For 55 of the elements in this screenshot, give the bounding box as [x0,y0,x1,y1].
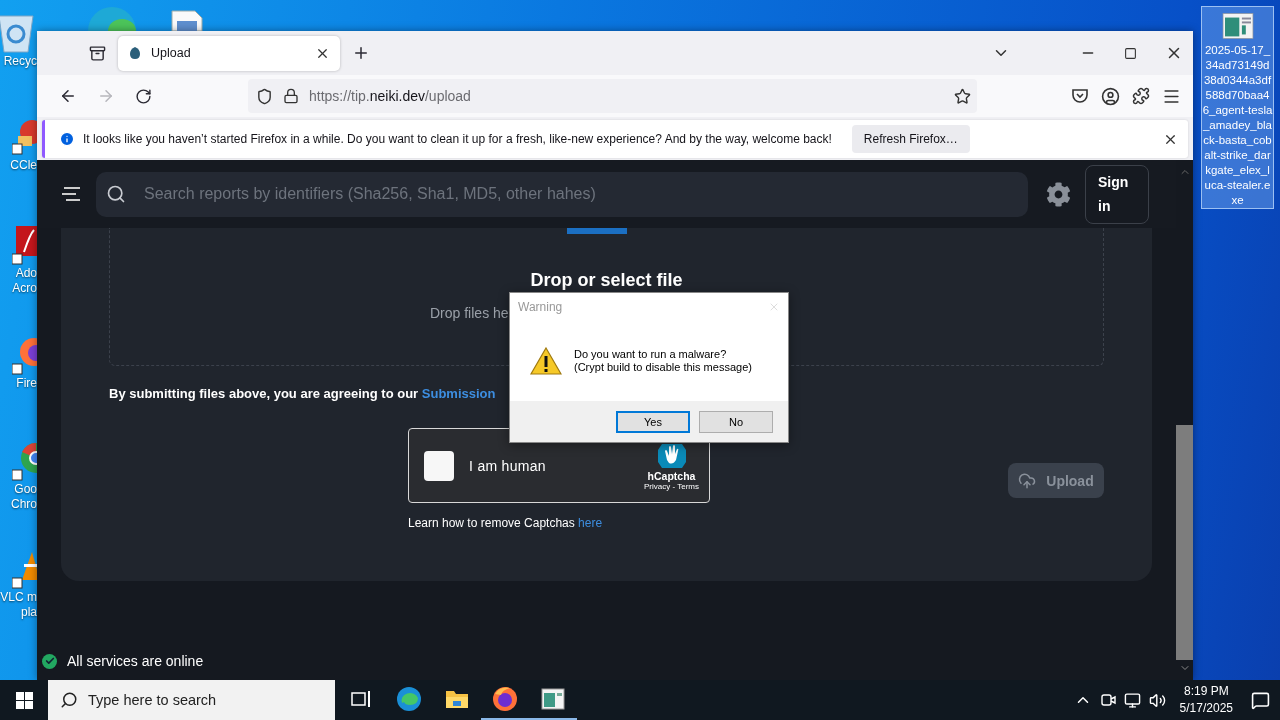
icon-label: VLC m pla [0,590,37,620]
settings-icon[interactable] [1046,181,1071,207]
drop-hint: Drop files he [430,305,509,321]
network-icon[interactable] [1123,691,1141,709]
desktop-file-icon[interactable]: 2025-05-17_34ad73149d38d0344a3df588d70baa46_agent-tesla_amadey_black-basta_cobalt-strike_darkgate_elex_luca-stealer.exe [1201,6,1274,209]
warning-icon [530,347,562,375]
notification-icon[interactable] [1251,690,1270,710]
icon-label: Ado Acro [12,266,37,296]
browser-tab[interactable]: Upload [118,35,340,71]
privacy-terms-links[interactable]: Privacy - Terms [644,482,699,491]
drop-title: Drop or select file [530,270,683,291]
menu-icon[interactable] [62,186,82,202]
refresh-button[interactable]: Refresh Firefox… [851,125,970,153]
clock[interactable]: 8:19 PM 5/17/2025 [1179,683,1233,717]
sign-in-button[interactable]: Sign in [1085,164,1149,224]
windows-logo-icon [15,691,33,709]
here-link[interactable]: here [578,516,603,530]
illustration [567,228,627,234]
captcha-label: I am human [469,457,546,474]
lock-icon[interactable] [283,88,299,104]
icon-label: Fire [16,376,37,391]
extensions-icon[interactable] [1132,87,1150,105]
captcha-checkbox[interactable] [424,450,454,481]
shortcut-icon[interactable] [12,118,37,158]
notification-text: It looks like you haven’t started Firefox in a while. Do you want to clean it up for a fresh, like-new experience? And by the way, welcome back! [83,132,832,146]
search-icon [106,183,126,204]
star-icon[interactable] [954,87,971,105]
terms-text: By submitting files above, you are agreeing to our Submission [109,386,496,401]
meet-icon[interactable] [1099,692,1116,708]
captcha-brand: hCaptcha [647,470,696,482]
search-field[interactable]: Search reports by identifiers (Sha256, Sha1, MD5, other hahes) [96,171,1028,217]
scrollbar-thumb[interactable] [1176,425,1193,660]
captcha-help-text: Learn how to remove Captchas here [408,516,604,530]
dialog-button[interactable]: Yes [616,410,690,433]
url-field[interactable]: https://tip.neiki.dev/upload [248,79,977,113]
pocket-icon[interactable] [1071,87,1089,105]
icon-label: Goo Chro [11,482,37,512]
dialog-title: Warning [518,300,563,314]
submission-link[interactable]: Submission [421,386,496,401]
shortcut-icon[interactable] [12,550,37,590]
shortcut-icon[interactable] [12,226,37,266]
taskbar-search-field[interactable]: Type here to search [48,680,335,720]
document-icon[interactable] [171,10,203,31]
favicon-icon [128,46,142,60]
search-icon [60,691,78,709]
icon-label: Recyc [3,54,37,69]
account-icon[interactable] [1101,86,1120,106]
cloud-upload-icon [1018,471,1037,490]
info-icon [59,131,75,147]
icon-label: CCle [10,158,37,173]
volume-icon[interactable] [1148,691,1166,709]
maximize-icon[interactable] [1124,46,1137,60]
dialog-button[interactable]: No [699,410,773,433]
status-text: All services are online [67,653,204,669]
shield-icon[interactable] [256,87,273,105]
